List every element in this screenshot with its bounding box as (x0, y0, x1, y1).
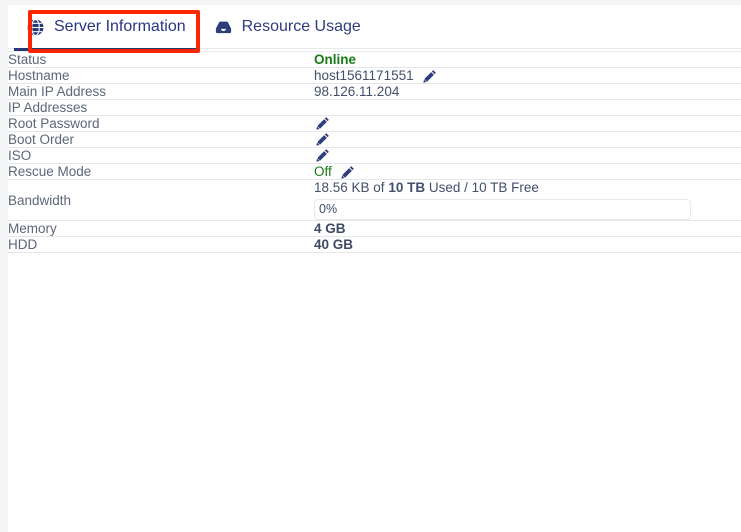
edit-pencil-icon[interactable] (341, 165, 355, 179)
tab-resource-usage[interactable]: Resource Usage (200, 5, 375, 49)
content-card: Server Information Resource Usage Status (8, 5, 741, 532)
table-row-bandwidth: Bandwidth 18.56 KB of 10 TB Used / 10 TB… (8, 179, 741, 221)
row-label: Main IP Address (8, 83, 314, 100)
row-value (314, 115, 741, 132)
tab-label: Resource Usage (241, 18, 361, 35)
memory-value: 4 GB (314, 221, 346, 236)
edit-pencil-icon[interactable] (316, 132, 330, 146)
table-row: Boot Order (8, 131, 741, 148)
bandwidth-progress-bar: 0% (314, 199, 691, 220)
tab-label: Server Information (54, 18, 186, 35)
row-value: 18.56 KB of 10 TB Used / 10 TB Free 0% (314, 179, 741, 221)
row-label: Memory (8, 220, 314, 237)
row-label: Root Password (8, 115, 314, 132)
rescue-mode-value: Off (314, 164, 332, 179)
row-label: Bandwidth (8, 179, 314, 221)
bandwidth-used: 18.56 KB of (314, 180, 389, 195)
row-value (314, 147, 741, 164)
bandwidth-percent-label: 0% (319, 202, 338, 216)
row-value: Off (314, 163, 741, 180)
table-row: Main IP Address 98.126.11.204 (8, 83, 741, 100)
edit-pencil-icon[interactable] (316, 148, 330, 162)
row-label: Rescue Mode (8, 163, 314, 180)
row-label: IP Addresses (8, 99, 314, 116)
table-row: Status Online (8, 51, 741, 68)
table-row: IP Addresses (8, 99, 741, 116)
row-value: Online (314, 51, 741, 68)
bandwidth-suffix: Used / 10 TB Free (425, 180, 539, 195)
row-value: 98.126.11.204 (314, 83, 741, 100)
row-value (314, 131, 741, 148)
row-value: 40 GB (314, 236, 741, 253)
bandwidth-usage-text: 18.56 KB of 10 TB Used / 10 TB Free (314, 180, 741, 195)
row-label: HDD (8, 236, 314, 253)
table-row: Memory 4 GB (8, 220, 741, 237)
status-badge: Online (314, 52, 357, 67)
tab-bar: Server Information Resource Usage (8, 5, 741, 51)
hostname-value: host1561171551 (314, 68, 414, 83)
row-value: host1561171551 (314, 67, 741, 84)
row-label: Boot Order (8, 131, 314, 148)
server-information-panel: Server Information Resource Usage Status (0, 0, 741, 532)
inbox-icon (214, 18, 233, 37)
server-information-table: Status Online Hostname host1561171551 Ma… (8, 51, 741, 253)
row-label: Hostname (8, 67, 314, 84)
table-row: Rescue Mode Off (8, 163, 741, 180)
table-row: HDD 40 GB (8, 236, 741, 253)
row-value: 4 GB (314, 220, 741, 237)
bandwidth-total: 10 TB (388, 180, 426, 195)
row-label: Status (8, 51, 314, 68)
tab-server-information[interactable]: Server Information (12, 5, 200, 51)
hdd-value: 40 GB (314, 237, 354, 252)
row-value (314, 99, 741, 116)
table-row: Hostname host1561171551 (8, 67, 741, 84)
row-label: ISO (8, 147, 314, 164)
globe-icon (26, 18, 45, 37)
edit-pencil-icon[interactable] (316, 116, 330, 130)
table-row: ISO (8, 147, 741, 164)
edit-pencil-icon[interactable] (422, 69, 437, 83)
table-row: Root Password (8, 115, 741, 132)
